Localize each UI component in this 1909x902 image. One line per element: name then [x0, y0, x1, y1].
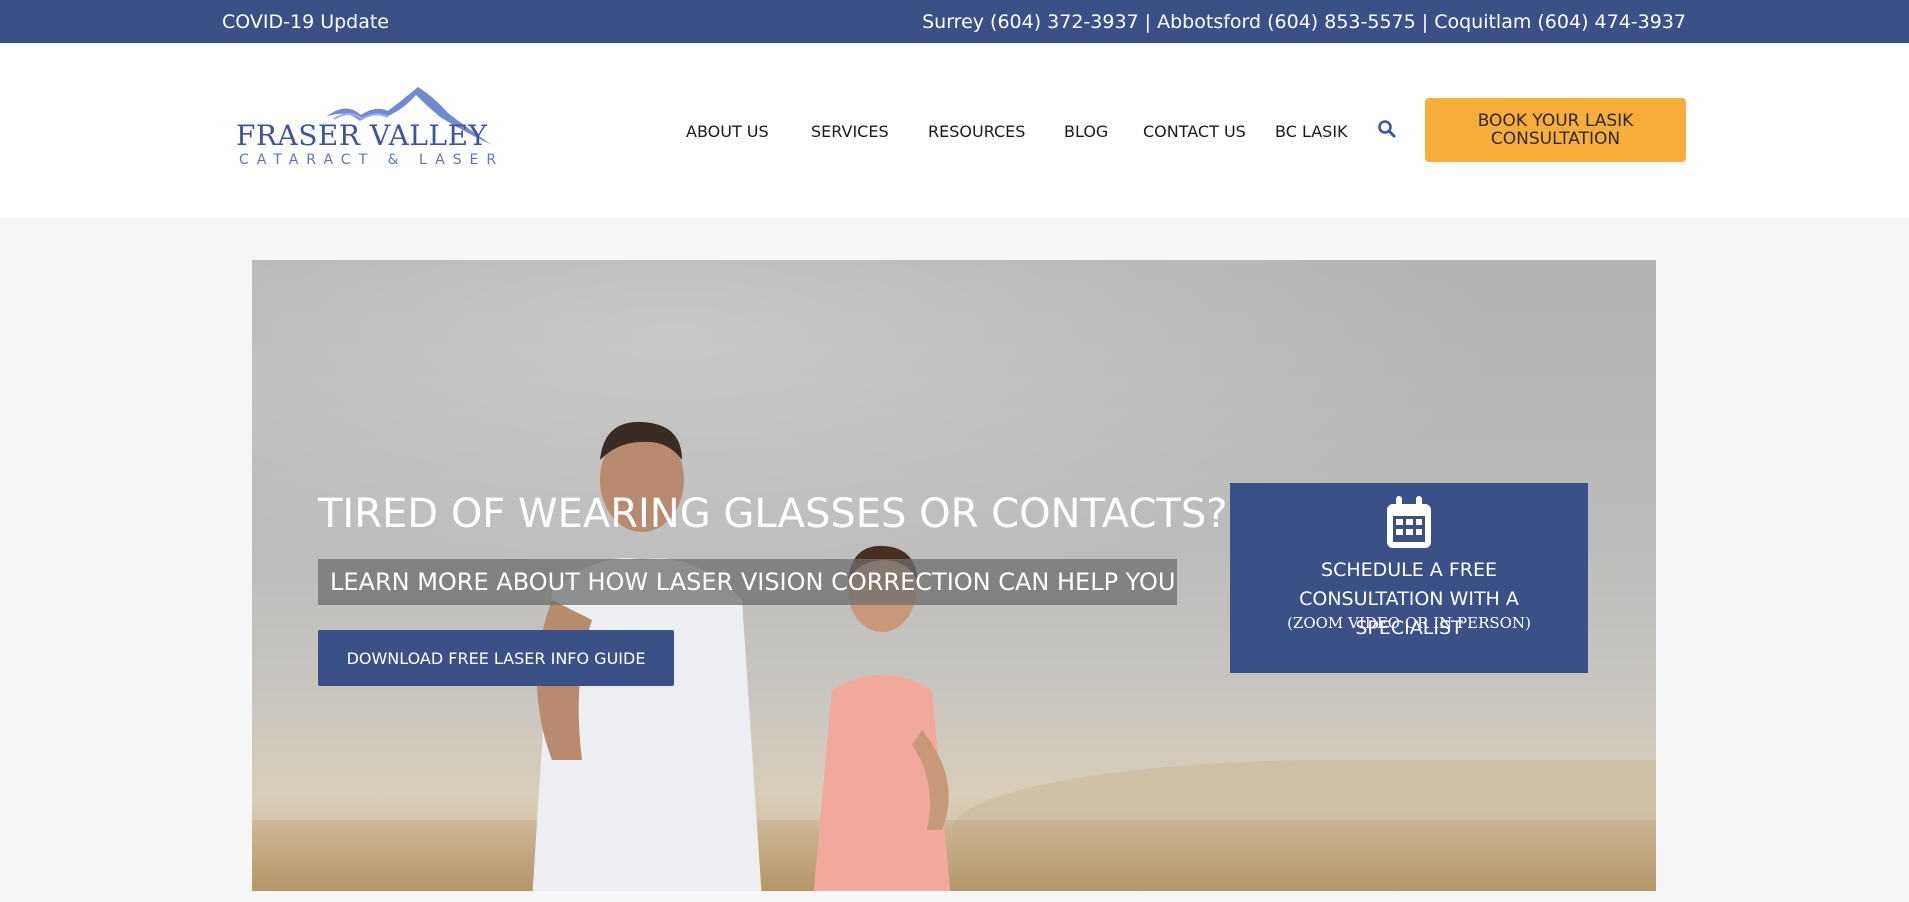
search-icon[interactable] [1377, 119, 1397, 139]
nav-contact-us[interactable]: CONTACT US [1143, 122, 1246, 141]
hero-title: TIRED OF WEARING GLASSES OR CONTACTS? [318, 491, 1228, 537]
logo-title: FRASER VALLEY [236, 119, 488, 152]
nav-blog[interactable]: BLOG [1064, 122, 1108, 141]
nav-services[interactable]: SERVICES [811, 122, 889, 141]
nav-bc-lasik[interactable]: BC LASIK [1275, 122, 1348, 141]
covid-update-link[interactable]: COVID-19 Update [222, 11, 389, 33]
nav-about-us[interactable]: ABOUT US [686, 122, 769, 141]
site-logo[interactable]: FRASER VALLEY CATARACT & LASER [236, 87, 502, 173]
book-consultation-button[interactable]: BOOK YOUR LASIK CONSULTATION [1425, 98, 1686, 162]
phone-numbers-text[interactable]: Surrey (604) 372-3937 | Abbotsford (604)… [922, 11, 1686, 33]
hero-subtitle: LEARN MORE ABOUT HOW LASER VISION CORREC… [318, 559, 1177, 605]
phone-numbers: Surrey (604) 372-3937 | Abbotsford (604)… [922, 11, 1686, 33]
schedule-subtitle: (ZOOM VIDEO OR IN PERSON) [1287, 614, 1531, 632]
download-guide-button[interactable]: DOWNLOAD FREE LASER INFO GUIDE [318, 630, 674, 686]
top-bar: COVID-19 Update Surrey (604) 372-3937 | … [0, 0, 1909, 43]
site-header: FRASER VALLEY CATARACT & LASER ABOUT US … [0, 43, 1909, 218]
calendar-icon [1387, 496, 1431, 548]
logo-subtitle: CATARACT & LASER [239, 152, 505, 168]
schedule-consultation-box[interactable]: SCHEDULE A FREE CONSULTATION WITH A SPEC… [1230, 483, 1588, 673]
nav-resources[interactable]: RESOURCES [928, 122, 1025, 141]
